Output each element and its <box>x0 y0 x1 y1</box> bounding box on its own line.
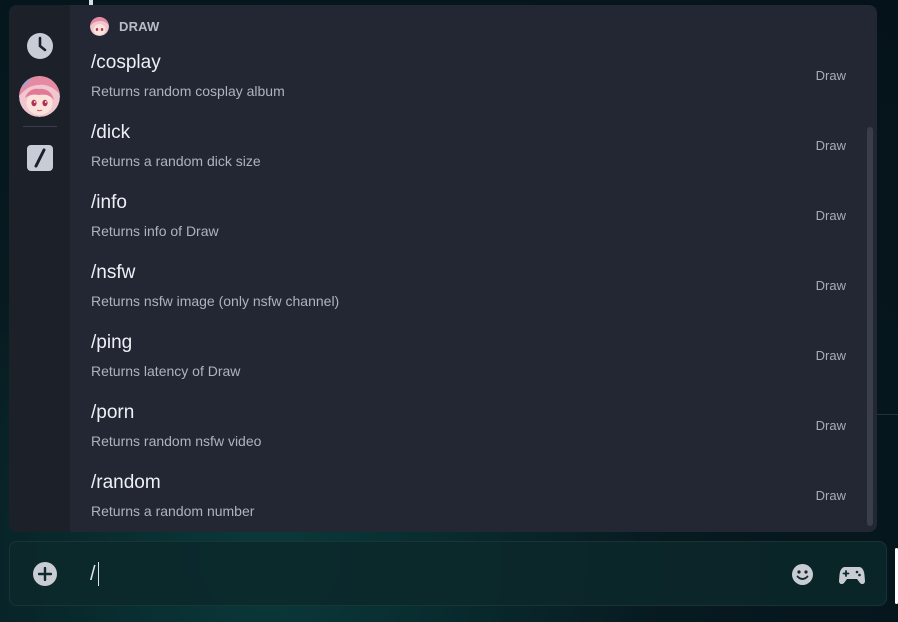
command-name: /dick <box>91 122 131 143</box>
rail-divider <box>23 126 57 127</box>
command-source: Draw <box>815 418 846 433</box>
command-source: Draw <box>815 138 846 153</box>
command-name: /random <box>91 472 161 493</box>
activities-button[interactable] <box>839 564 865 586</box>
command-description: Returns a random dick size <box>91 153 261 169</box>
command-category-rail <box>9 5 70 532</box>
command-item-cosplay[interactable]: /cosplay Returns random cosplay album Dr… <box>70 41 868 111</box>
attach-button[interactable] <box>33 562 57 586</box>
command-source: Draw <box>815 68 846 83</box>
text-caret <box>97 562 99 586</box>
command-name: /info <box>91 192 127 213</box>
clock-icon <box>27 33 53 59</box>
command-item-nsfw[interactable]: /nsfw Returns nsfw image (only nsfw chan… <box>70 251 868 321</box>
command-source: Draw <box>815 488 846 503</box>
command-source: Draw <box>815 348 846 363</box>
slash-commands-icon <box>27 145 53 171</box>
bot-avatar-button[interactable] <box>19 76 60 117</box>
message-input[interactable]: / <box>90 561 99 587</box>
command-description: Returns latency of Draw <box>91 363 241 379</box>
command-item-ping[interactable]: /ping Returns latency of Draw Draw <box>70 321 868 391</box>
command-list: /cosplay Returns random cosplay album Dr… <box>70 41 868 531</box>
command-name: /cosplay <box>91 52 161 73</box>
recent-commands-button[interactable] <box>26 32 54 60</box>
command-description: Returns random nsfw video <box>91 433 262 449</box>
emoji-button[interactable] <box>791 563 814 586</box>
slash-commands-button[interactable] <box>26 144 54 172</box>
command-name: /porn <box>91 402 135 423</box>
emoji-icon <box>792 564 813 585</box>
section-title: DRAW <box>119 18 160 34</box>
command-source: Draw <box>815 208 846 223</box>
command-item-info[interactable]: /info Returns info of Draw Draw <box>70 181 868 251</box>
popup-scrollbar[interactable] <box>867 127 873 526</box>
command-name: /nsfw <box>91 262 136 283</box>
section-header: DRAW <box>90 16 160 36</box>
command-description: Returns random cosplay album <box>91 83 285 99</box>
message-input-bar: / <box>9 541 887 606</box>
command-item-dick[interactable]: /dick Returns a random dick size Draw <box>70 111 868 181</box>
background-divider <box>876 414 898 415</box>
plus-icon <box>38 567 52 581</box>
command-source: Draw <box>815 278 846 293</box>
command-description: Returns nsfw image (only nsfw channel) <box>91 293 340 309</box>
command-autocomplete-popup: DRAW /cosplay Returns random cosplay alb… <box>9 5 877 532</box>
gamepad-icon <box>839 567 865 585</box>
command-description: Returns info of Draw <box>91 223 219 239</box>
command-description: Returns a random number <box>91 503 255 519</box>
message-input-value: / <box>90 562 96 585</box>
command-name: /ping <box>91 332 133 353</box>
bot-avatar-small <box>90 16 109 36</box>
command-item-porn[interactable]: /porn Returns random nsfw video Draw <box>70 391 868 461</box>
command-item-random[interactable]: /random Returns a random number Draw <box>70 461 868 531</box>
bot-avatar <box>19 76 60 117</box>
